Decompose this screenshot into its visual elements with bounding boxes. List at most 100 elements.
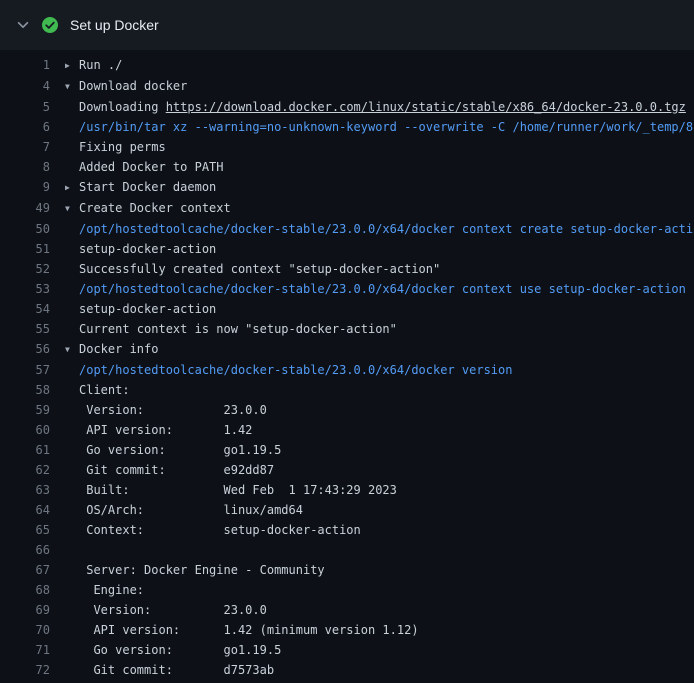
- log-text: Engine:: [79, 583, 144, 597]
- line-number[interactable]: 69: [0, 600, 65, 620]
- log-line: 8 Added Docker to PATH: [0, 157, 694, 177]
- log-text: API version: 1.42: [79, 423, 252, 437]
- triangle-right-icon: ▶: [65, 56, 79, 76]
- line-number[interactable]: 58: [0, 380, 65, 400]
- line-number[interactable]: 51: [0, 239, 65, 259]
- log-group-title: Create Docker context: [79, 201, 231, 215]
- line-number[interactable]: 66: [0, 540, 65, 560]
- line-number[interactable]: 7: [0, 137, 65, 157]
- log-line: 50/opt/hostedtoolcache/docker-stable/23.…: [0, 219, 694, 239]
- command-text: /opt/hostedtoolcache/docker-stable/23.0.…: [79, 363, 512, 377]
- line-number[interactable]: 4: [0, 76, 65, 97]
- log-text: Version: 23.0.0: [79, 403, 267, 417]
- line-number[interactable]: 56: [0, 339, 65, 360]
- log-line: 59 Version: 23.0.0: [0, 400, 694, 420]
- log-line: 65 Context: setup-docker-action: [0, 520, 694, 540]
- log-line: 53/opt/hostedtoolcache/docker-stable/23.…: [0, 279, 694, 299]
- log-text: Git commit: d7573ab: [79, 663, 274, 677]
- log-line: 72 Git commit: d7573ab: [0, 660, 694, 680]
- line-number[interactable]: 57: [0, 360, 65, 380]
- line-number[interactable]: 65: [0, 520, 65, 540]
- line-number[interactable]: 9: [0, 177, 65, 198]
- log-text: setup-docker-action: [79, 242, 216, 256]
- line-number[interactable]: 68: [0, 580, 65, 600]
- line-number[interactable]: 64: [0, 500, 65, 520]
- triangle-right-icon: ▶: [65, 178, 79, 198]
- log-line: 64 OS/Arch: linux/amd64: [0, 500, 694, 520]
- log-line: 55 Current context is now "setup-docker-a…: [0, 319, 694, 339]
- line-number[interactable]: 8: [0, 157, 65, 177]
- log-line: 70 API version: 1.42 (minimum version 1.…: [0, 620, 694, 640]
- line-number[interactable]: 70: [0, 620, 65, 640]
- log-text: Added Docker to PATH: [79, 160, 224, 174]
- log-line: 62 Git commit: e92dd87: [0, 460, 694, 480]
- log-group-title: Run ./: [79, 58, 122, 72]
- line-number[interactable]: 55: [0, 319, 65, 339]
- line-number[interactable]: 60: [0, 420, 65, 440]
- line-number[interactable]: 63: [0, 480, 65, 500]
- log-line: 66: [0, 540, 694, 560]
- log-line: 54 setup-docker-action: [0, 299, 694, 319]
- log-line[interactable]: 9▶Start Docker daemon: [0, 177, 694, 198]
- log-line: 6/usr/bin/tar xz --warning=no-unknown-ke…: [0, 117, 694, 137]
- line-number[interactable]: 49: [0, 198, 65, 219]
- log-text: Successfully created context "setup-dock…: [79, 262, 440, 276]
- command-text: /usr/bin/tar xz --warning=no-unknown-key…: [79, 120, 694, 134]
- log-group-title: Start Docker daemon: [79, 180, 216, 194]
- log-text: Context: setup-docker-action: [79, 523, 361, 537]
- log-line: 7 Fixing perms: [0, 137, 694, 157]
- log-text: Current context is now "setup-docker-act…: [79, 322, 397, 336]
- log-line[interactable]: 49▼Create Docker context: [0, 198, 694, 219]
- log-line: 63 Built: Wed Feb 1 17:43:29 2023: [0, 480, 694, 500]
- line-number[interactable]: 50: [0, 219, 65, 239]
- line-number[interactable]: 67: [0, 560, 65, 580]
- line-number[interactable]: 5: [0, 97, 65, 117]
- log-line: 71 Go version: go1.19.5: [0, 640, 694, 660]
- log-text: OS/Arch: linux/amd64: [79, 503, 303, 517]
- log-text: Built: Wed Feb 1 17:43:29 2023: [79, 483, 397, 497]
- line-number[interactable]: 53: [0, 279, 65, 299]
- log-line: 67 Server: Docker Engine - Community: [0, 560, 694, 580]
- step-title: Set up Docker: [70, 17, 159, 33]
- triangle-down-icon: ▼: [65, 199, 79, 219]
- log-text: Client:: [79, 383, 130, 397]
- command-text: /opt/hostedtoolcache/docker-stable/23.0.…: [79, 282, 686, 296]
- log-text: Git commit: e92dd87: [79, 463, 274, 477]
- log-line[interactable]: 56▼Docker info: [0, 339, 694, 360]
- log-line: 58 Client:: [0, 380, 694, 400]
- log-line: 5 Downloading https://download.docker.com…: [0, 97, 694, 117]
- line-number[interactable]: 52: [0, 259, 65, 279]
- line-number[interactable]: 1: [0, 55, 65, 76]
- log-group-title: Download docker: [79, 79, 187, 93]
- triangle-down-icon: ▼: [65, 340, 79, 360]
- log-viewer: 1▶Run ./4▼Download docker5Downloading ht…: [0, 50, 694, 680]
- line-number[interactable]: 61: [0, 440, 65, 460]
- log-text: Fixing perms: [79, 140, 166, 154]
- log-text: API version: 1.42 (minimum version 1.12): [79, 623, 419, 637]
- log-line: 51 setup-docker-action: [0, 239, 694, 259]
- chevron-down-icon[interactable]: [16, 18, 30, 32]
- triangle-down-icon: ▼: [65, 77, 79, 97]
- log-line: 57/opt/hostedtoolcache/docker-stable/23.…: [0, 360, 694, 380]
- check-circle-icon: [42, 17, 58, 33]
- log-group-title: Docker info: [79, 342, 158, 356]
- log-lines: 1▶Run ./4▼Download docker5Downloading ht…: [0, 55, 694, 680]
- line-number[interactable]: 71: [0, 640, 65, 660]
- log-text: setup-docker-action: [79, 302, 216, 316]
- log-text: Downloading: [79, 100, 166, 114]
- log-line[interactable]: 1▶Run ./: [0, 55, 694, 76]
- log-line: 61 Go version: go1.19.5: [0, 440, 694, 460]
- line-number[interactable]: 62: [0, 460, 65, 480]
- line-number[interactable]: 6: [0, 117, 65, 137]
- log-text: Go version: go1.19.5: [79, 443, 281, 457]
- log-text: Go version: go1.19.5: [79, 643, 281, 657]
- command-text: /opt/hostedtoolcache/docker-stable/23.0.…: [79, 222, 694, 236]
- line-number[interactable]: 54: [0, 299, 65, 319]
- log-line: 60 API version: 1.42: [0, 420, 694, 440]
- log-link[interactable]: https://download.docker.com/linux/static…: [166, 100, 686, 114]
- line-number[interactable]: 59: [0, 400, 65, 420]
- log-line[interactable]: 4▼Download docker: [0, 76, 694, 97]
- log-line: 69 Version: 23.0.0: [0, 600, 694, 620]
- step-header[interactable]: Set up Docker: [0, 0, 694, 50]
- line-number[interactable]: 72: [0, 660, 65, 680]
